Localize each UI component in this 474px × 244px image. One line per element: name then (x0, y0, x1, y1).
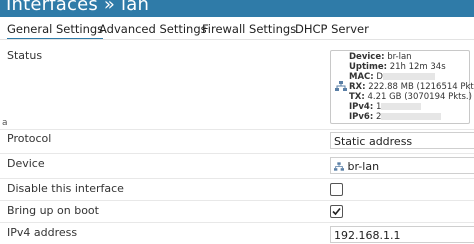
status-uptime: Uptime: 21h 12m 34s (349, 62, 446, 72)
device-select[interactable]: br-lan (330, 157, 474, 174)
row-separator (0, 178, 474, 179)
tab-firewall-settings[interactable]: Firewall Settings (202, 22, 296, 38)
protocol-label: Protocol (7, 132, 52, 145)
status-ipv4: IPv4: 1 (349, 102, 422, 112)
ipv4-address-label: IPv4 address (7, 226, 78, 239)
bring-up-on-boot-checkbox[interactable] (330, 205, 343, 218)
page-header: Interfaces » lan (0, 0, 474, 17)
disable-interface-checkbox[interactable] (330, 183, 343, 196)
status-label: Status (7, 49, 43, 62)
tab-general-settings[interactable]: General Settings (7, 22, 104, 40)
device-label: Device (7, 157, 45, 170)
protocol-select[interactable]: Static address (330, 132, 474, 149)
row-separator (0, 200, 474, 201)
stray-marker: a (2, 118, 8, 128)
row-separator (0, 129, 474, 130)
status-tx: TX: 4.21 GB (3070194 Pkts.) (349, 92, 472, 102)
status-panel: Device: br-lan Uptime: 21h 12m 34s MAC: … (330, 50, 474, 124)
tab-bar: General Settings Advanced Settings Firew… (0, 20, 474, 40)
disable-interface-label: Disable this interface (7, 182, 124, 195)
row-separator (0, 222, 474, 223)
tab-divider (0, 39, 474, 40)
status-device: Device: br-lan (349, 52, 412, 62)
checkmark-icon (332, 207, 341, 216)
page-title: Interfaces » lan (6, 0, 150, 15)
tab-advanced-settings[interactable]: Advanced Settings (99, 22, 207, 38)
status-rx: RX: 222.88 MB (1216514 Pkts.) (349, 82, 474, 92)
tab-dhcp-server[interactable]: DHCP Server (295, 22, 369, 38)
status-ipv6: IPv6: 2 (349, 112, 442, 122)
ipv4-address-input[interactable]: 192.168.1.1 (330, 226, 474, 243)
network-icon (334, 162, 344, 171)
device-value: br-lan (347, 160, 380, 173)
network-icon (335, 81, 347, 91)
status-mac: MAC: D (349, 72, 435, 82)
row-separator (0, 153, 474, 154)
bring-up-on-boot-label: Bring up on boot (7, 204, 99, 217)
